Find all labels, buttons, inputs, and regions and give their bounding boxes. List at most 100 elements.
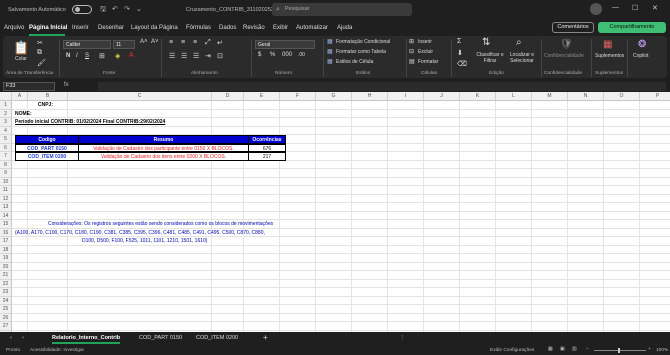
italic-icon[interactable]: I [76, 53, 78, 59]
borders-icon[interactable]: ⊞ [99, 52, 105, 60]
row-header-22[interactable]: 22 [0, 279, 12, 288]
fill-color-icon[interactable]: ◈ [115, 52, 120, 60]
zoom-slider[interactable] [594, 348, 646, 353]
column-header-k[interactable]: K [460, 92, 496, 101]
align-left-icon[interactable]: ☰ [169, 52, 175, 60]
customize-toolbar-icon[interactable]: ⌄ [136, 5, 142, 13]
merge-icon[interactable]: ⊡ [217, 52, 223, 60]
maximize-icon[interactable]: ☐ [632, 4, 638, 12]
format-as-table-button[interactable]: Formatar como Tabela [336, 49, 386, 55]
align-top-icon[interactable]: ≡ [169, 39, 173, 46]
menu-arquivo[interactable]: Arquivo [4, 25, 24, 31]
find-select-button[interactable]: Localizar e Selecionar [507, 52, 537, 64]
row-header-25[interactable]: 25 [0, 305, 12, 314]
menu-pagina-inicial[interactable]: Página Inicial [29, 25, 67, 31]
bold-icon[interactable]: N [66, 53, 70, 59]
menu-ajuda[interactable]: Ajuda [337, 25, 352, 31]
sort-filter-button[interactable]: Classificar e Filtrar [475, 52, 505, 64]
accessibility-status[interactable]: Acessibilidade: Investigar [30, 348, 84, 353]
row-header-5[interactable]: 5 [0, 135, 12, 144]
paste-label[interactable]: Colar [15, 56, 27, 62]
row-header-26[interactable]: 26 [0, 313, 12, 322]
row-header-12[interactable]: 12 [0, 194, 12, 203]
next-sheet-icon[interactable]: › [22, 335, 24, 341]
column-header-m[interactable]: M [532, 92, 568, 101]
name-box[interactable]: F33 [3, 82, 55, 91]
column-header-f[interactable]: F [280, 92, 316, 101]
row-header-10[interactable]: 10 [0, 177, 12, 186]
format-cells-button[interactable]: Formatar [418, 59, 438, 65]
addins-button[interactable]: Suplementos [595, 53, 624, 59]
copy-icon[interactable]: ⧉ [37, 49, 42, 57]
align-right-icon[interactable]: ☰ [193, 52, 199, 60]
cut-icon[interactable]: ✂ [37, 39, 43, 47]
currency-icon[interactable]: $ [258, 52, 261, 58]
share-button[interactable]: Compartilhamento [598, 22, 666, 33]
cell-styles-button[interactable]: Estilos de Célula [336, 59, 373, 65]
row-header-21[interactable]: 21 [0, 271, 12, 280]
number-format-select[interactable]: Geral [255, 40, 315, 49]
sensitivity-button[interactable]: Confidencialidade [544, 53, 584, 59]
column-header-c[interactable]: C [68, 92, 212, 101]
page-layout-icon[interactable]: ▣ [560, 347, 565, 352]
undo-icon[interactable]: ↶ [112, 5, 118, 13]
percent-icon[interactable]: % [270, 52, 275, 58]
menu-exibir[interactable]: Exibir [273, 25, 288, 31]
row-header-24[interactable]: 24 [0, 296, 12, 305]
row-header-19[interactable]: 19 [0, 254, 12, 263]
row-header-8[interactable]: 8 [0, 160, 12, 169]
avatar[interactable] [590, 3, 602, 15]
row-header-2[interactable]: 2 [0, 109, 12, 118]
row-header-14[interactable]: 14 [0, 211, 12, 220]
column-header-n[interactable]: N [568, 92, 604, 101]
font-color-icon[interactable]: A [129, 52, 134, 59]
format-painter-icon[interactable]: 🖌 [37, 59, 46, 67]
row-header-7[interactable]: 7 [0, 152, 12, 161]
fill-icon[interactable]: ⬇ [457, 49, 463, 57]
font-shrink-icon[interactable]: A˅ [151, 39, 159, 45]
sheet-tab-cod-part[interactable]: COD_PART 0150 [139, 335, 182, 341]
row-header-11[interactable]: 11 [0, 186, 12, 195]
thousands-icon[interactable]: 000 [282, 52, 292, 58]
redo-icon[interactable]: ↷ [124, 5, 130, 13]
display-settings[interactable]: Exibir Configurações [490, 348, 534, 353]
font-grow-icon[interactable]: A˄ [140, 39, 148, 45]
row-header-3[interactable]: 3 [0, 118, 12, 127]
menu-revisao[interactable]: Revisão [243, 25, 265, 31]
row-header-1[interactable]: 1 [0, 101, 12, 110]
row-header-18[interactable]: 18 [0, 245, 12, 254]
paste-icon[interactable]: 📋 [13, 40, 29, 56]
menu-inserir[interactable]: Inserir [72, 25, 89, 31]
menu-dados[interactable]: Dados [219, 25, 236, 31]
select-all-corner[interactable] [0, 92, 12, 101]
column-header-b[interactable]: B [28, 92, 68, 101]
search-box[interactable]: ⌕ Pesquisar [272, 3, 412, 16]
normal-view-icon[interactable]: ▦ [548, 347, 553, 352]
column-header-g[interactable]: G [316, 92, 352, 101]
close-icon[interactable]: ✕ [652, 4, 658, 12]
row-header-6[interactable]: 6 [0, 143, 12, 152]
autosum-icon[interactable]: Σ [457, 38, 461, 45]
column-header-l[interactable]: L [496, 92, 532, 101]
comments-button[interactable]: Comentários [552, 22, 594, 33]
row-header-17[interactable]: 17 [0, 237, 12, 246]
sheet-tab-cod-item[interactable]: COD_ITEM 0200 [196, 335, 238, 341]
indent-icon[interactable]: ⇥ [205, 52, 211, 60]
underline-icon[interactable]: S [85, 53, 89, 59]
tabs-more-icon[interactable]: ⋮ [400, 335, 406, 341]
column-header-o[interactable]: O [604, 92, 640, 101]
orientation-icon[interactable]: ⤢ [205, 39, 211, 47]
align-middle-icon[interactable]: ≡ [181, 39, 185, 46]
row-header-9[interactable]: 9 [0, 169, 12, 178]
clear-icon[interactable]: ⌫ [457, 60, 467, 68]
conditional-format-button[interactable]: Formatação Condicional [336, 39, 390, 45]
fx-icon[interactable]: fx [64, 82, 69, 88]
wrap-text-icon[interactable]: ↵ [217, 39, 223, 47]
font-size-select[interactable]: 11 [113, 40, 135, 49]
add-sheet-button[interactable]: + [263, 333, 268, 342]
save-icon[interactable]: 🖫 [100, 5, 106, 16]
minimize-icon[interactable]: — [612, 4, 619, 11]
zoom-out-icon[interactable]: − [586, 347, 589, 352]
row-header-16[interactable]: 16 [0, 228, 12, 237]
insert-cells-button[interactable]: Inserir [418, 39, 432, 45]
